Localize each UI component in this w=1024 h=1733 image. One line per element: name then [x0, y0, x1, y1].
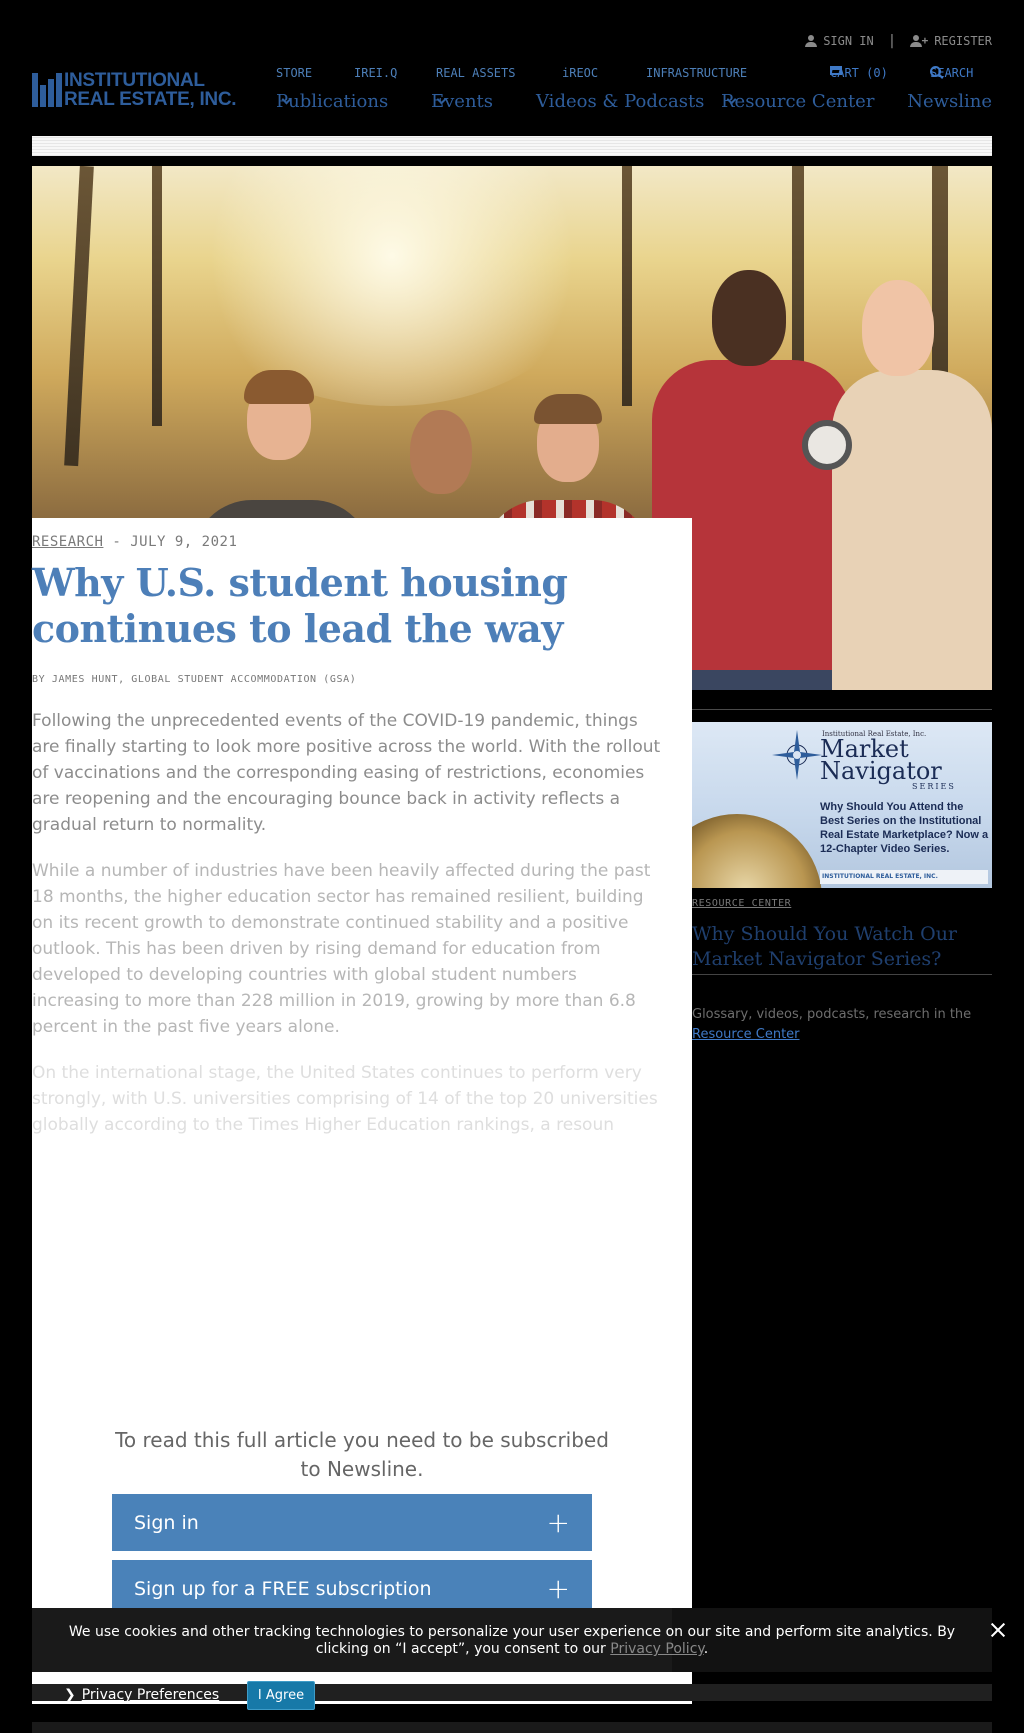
- add-user-icon: +: [910, 35, 928, 47]
- nav-ireiq[interactable]: IREI.Q: [354, 66, 397, 80]
- ad-question: Why Should You Attend the Best Series on…: [820, 801, 989, 855]
- compass-star-icon: [772, 730, 822, 780]
- cart-label: CART (0): [830, 66, 888, 80]
- footer-strip: [32, 1722, 992, 1733]
- cookie-period: .: [703, 1641, 709, 1657]
- compass-image: [692, 814, 822, 888]
- logo-line1: INSTITUTIONAL: [64, 70, 205, 91]
- byline: BY JAMES HUNT, GLOBAL STUDENT ACCOMMODAT…: [32, 674, 357, 685]
- nav-newsline[interactable]: Newsline: [907, 91, 992, 112]
- register-link[interactable]: + REGISTER: [910, 34, 992, 48]
- category-link[interactable]: RESEARCH: [32, 534, 103, 550]
- sidebar-divider: [692, 974, 992, 975]
- logo-text: INSTITUTIONAL REAL ESTATE, INC.: [64, 70, 237, 110]
- article-body: Following the unprecedented events of th…: [32, 708, 667, 1158]
- nav-real-assets[interactable]: REAL ASSETS: [436, 66, 515, 80]
- logo-mark-icon: [32, 73, 62, 107]
- chevron-right-icon: ❯: [64, 1687, 76, 1703]
- nav-resource-center[interactable]: Resource Center: [721, 91, 874, 112]
- nav-events[interactable]: Events: [431, 91, 493, 112]
- main-nav: Publications Events Videos & Podcasts Re…: [276, 91, 992, 115]
- sign-in-label: SIGN IN: [823, 34, 874, 48]
- nav-publications-label: Publications: [276, 91, 389, 112]
- logo[interactable]: INSTITUTIONAL REAL ESTATE, INC.: [32, 71, 240, 111]
- divider: |: [887, 33, 897, 49]
- plus-icon: +: [546, 1505, 570, 1539]
- resource-center-link[interactable]: Resource Center: [692, 1027, 800, 1042]
- paywall-message: To read this full article you need to be…: [115, 1428, 609, 1481]
- article: RESEARCH - JULY 9, 2021 Why U.S. student…: [32, 518, 692, 1704]
- signup-button-label: Sign up for a FREE subscription: [134, 1577, 432, 1600]
- paragraph: While a number of industries have been h…: [32, 861, 651, 1037]
- sign-in-button[interactable]: Sign in +: [112, 1494, 592, 1551]
- ad-footer: INSTITUTIONAL REAL ESTATE, INC.: [820, 870, 988, 884]
- nav-publications[interactable]: Publications: [276, 91, 388, 112]
- account-links: SIGN IN | + REGISTER: [805, 33, 992, 49]
- plus-icon: +: [546, 1571, 570, 1605]
- privacy-preferences-label: Privacy Preferences: [81, 1687, 220, 1703]
- publish-date: - JULY 9, 2021: [103, 534, 238, 550]
- ad-title: Market Navigator: [820, 735, 942, 785]
- sidebar-blurb-text: Glossary, videos, podcasts, research in …: [692, 1007, 972, 1022]
- sidebar-blurb: Glossary, videos, podcasts, research in …: [692, 1005, 992, 1045]
- utility-nav: STORE IREI.Q REAL ASSETS iREOC INFRASTRU…: [276, 66, 992, 82]
- cookie-message: We use cookies and other tracking techno…: [52, 1624, 972, 1658]
- header-divider-strip: [32, 136, 992, 156]
- close-icon[interactable]: [988, 1620, 1008, 1640]
- paragraph: Following the unprecedented events of th…: [32, 711, 661, 835]
- article-meta: RESEARCH - JULY 9, 2021: [32, 534, 237, 550]
- sign-in-link[interactable]: SIGN IN: [805, 34, 874, 48]
- user-icon: [805, 35, 818, 47]
- ad-series: SERIES: [912, 782, 956, 791]
- sidebar-divider: [692, 709, 992, 710]
- nav-infrastructure[interactable]: INFRASTRUCTURE: [646, 66, 747, 80]
- privacy-policy-link[interactable]: Privacy Policy: [610, 1641, 703, 1657]
- register-label: REGISTER: [934, 34, 992, 48]
- sidebar-category-link[interactable]: RESOURCE CENTER: [692, 898, 791, 909]
- search-label: SEARCH: [930, 66, 974, 80]
- agree-button[interactable]: I Agree: [247, 1681, 315, 1710]
- nav-store[interactable]: STORE: [276, 66, 312, 80]
- nav-ireoc[interactable]: iREOC: [562, 66, 598, 80]
- market-navigator-ad[interactable]: Institutional Real Estate, Inc. Market N…: [692, 722, 992, 888]
- paragraph: On the international stage, the United S…: [32, 1063, 658, 1135]
- logo-line2: REAL ESTATE, INC.: [64, 89, 237, 110]
- sidebar-title-link[interactable]: Why Should You Watch Our Market Navigato…: [692, 922, 992, 972]
- sign-in-button-label: Sign in: [134, 1511, 199, 1534]
- cookie-message-text: We use cookies and other tracking techno…: [68, 1624, 956, 1657]
- nav-videos-podcasts[interactable]: Videos & Podcasts: [536, 91, 704, 112]
- article-headline: Why U.S. student housing continues to le…: [32, 560, 568, 651]
- nav-resource-center-label: Resource Center: [721, 91, 875, 112]
- privacy-preferences-link[interactable]: ❯ Privacy Preferences: [64, 1687, 219, 1703]
